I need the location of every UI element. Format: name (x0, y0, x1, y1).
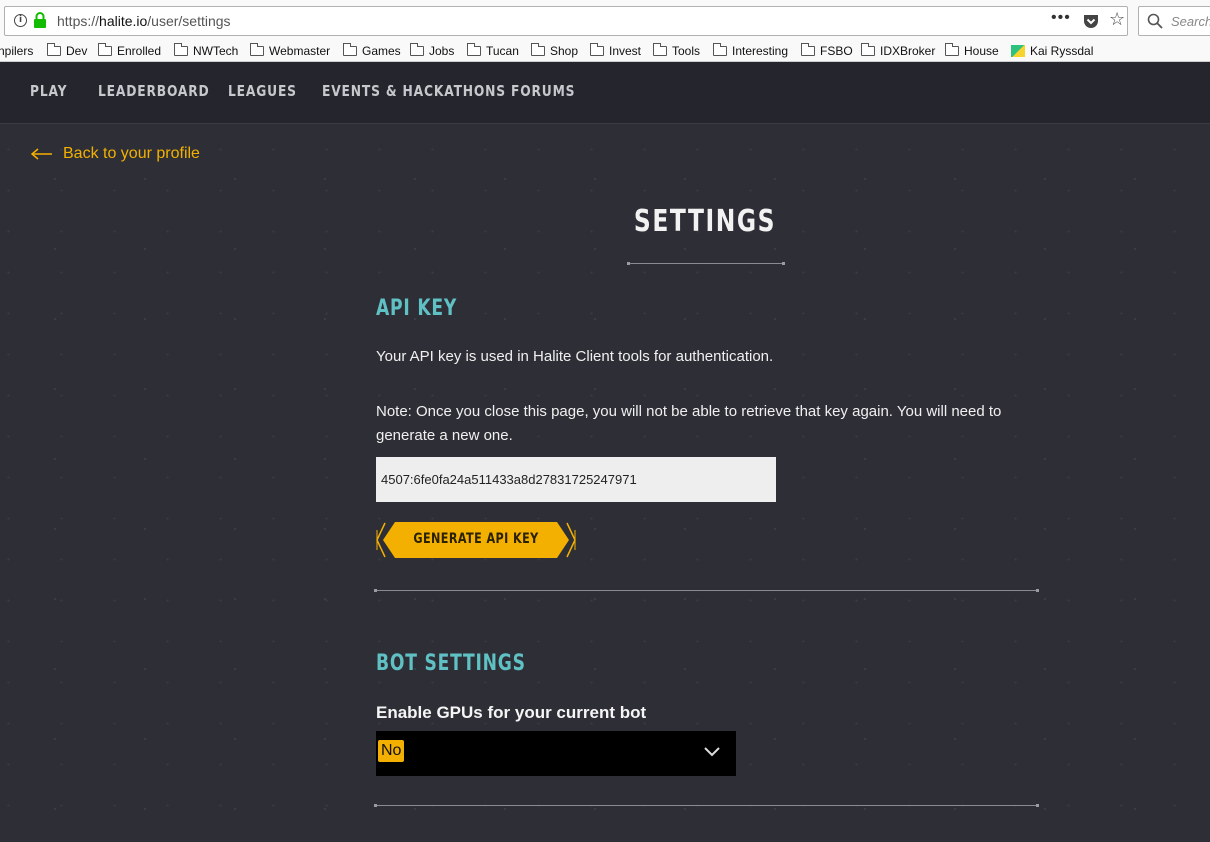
bookmark-item[interactable]: Dev (47, 42, 87, 60)
folder-icon (945, 43, 959, 56)
folder-icon (343, 43, 357, 56)
bookmark-item[interactable]: Games (343, 42, 401, 60)
bookmark-item[interactable]: npilers (0, 42, 33, 60)
bookmark-item[interactable]: Shop (531, 42, 578, 60)
folder-icon (467, 43, 481, 56)
folder-icon (801, 43, 815, 56)
gpu-selected-value: No (378, 740, 405, 762)
generate-api-key-label: GENERATE API KEY (413, 531, 539, 547)
browser-toolbar: i https://halite.io/user/settings ••• ☆ … (0, 0, 1210, 40)
nav-forums[interactable]: FORUMS (511, 82, 575, 100)
section-divider (374, 804, 1039, 807)
bookmark-item[interactable]: Interesting (713, 42, 788, 60)
url-text[interactable]: https://halite.io/user/settings (57, 13, 231, 29)
bookmark-item[interactable]: FSBO (801, 42, 853, 60)
bookmark-star-icon[interactable]: ☆ (1109, 9, 1125, 30)
gpu-select[interactable]: No (376, 731, 736, 776)
generate-api-key-button[interactable]: GENERATE API KEY (375, 520, 577, 560)
bookmark-item[interactable]: Webmaster (250, 42, 330, 60)
section-divider (374, 589, 1039, 592)
bookmark-item[interactable]: Invest (590, 42, 641, 60)
folder-icon (531, 43, 545, 56)
arrow-left-icon (31, 148, 52, 160)
bookmark-item[interactable]: Tucan (467, 42, 519, 60)
bookmark-item[interactable]: Kai Ryssdal (1011, 42, 1093, 60)
folder-icon (174, 43, 188, 56)
folder-icon (250, 43, 264, 56)
info-icon[interactable]: i (14, 14, 27, 27)
bookmark-item[interactable]: IDXBroker (861, 42, 935, 60)
title-divider (627, 262, 785, 265)
bookmark-item[interactable]: Tools (653, 42, 700, 60)
nav-leaderboard[interactable]: LEADERBOARD (98, 82, 210, 100)
folder-icon (713, 43, 727, 56)
api-key-field[interactable] (376, 457, 776, 502)
page-title: SETTINGS (633, 204, 777, 239)
folder-icon (47, 43, 61, 56)
gpu-setting-label: Enable GPUs for your current bot (376, 703, 647, 722)
main-content: Back to your profile SETTINGS API KEY Yo… (0, 124, 1210, 842)
bot-settings-heading: BOT SETTINGS (376, 651, 526, 676)
lock-icon[interactable] (33, 12, 47, 33)
bookmark-item[interactable]: House (945, 42, 999, 60)
folder-icon (410, 43, 424, 56)
chevron-down-icon (704, 747, 720, 757)
bookmark-item[interactable]: NWTech (174, 42, 238, 60)
back-link-label: Back to your profile (63, 145, 200, 162)
bookmarks-bar: npilers Dev Enrolled NWTech Webmaster Ga… (0, 40, 1210, 62)
search-placeholder: Search (1171, 14, 1210, 29)
folder-icon (653, 43, 667, 56)
nav-leagues[interactable]: LEAGUES (228, 82, 297, 100)
bookmark-item[interactable]: Enrolled (98, 42, 161, 60)
search-icon (1147, 13, 1163, 34)
folder-icon (861, 43, 875, 56)
nav-play[interactable]: PLAY (30, 82, 67, 100)
search-input[interactable]: Search (1138, 6, 1210, 36)
pocket-icon[interactable] (1083, 13, 1099, 34)
bookmark-item[interactable]: Jobs (410, 42, 454, 60)
site-nav: PLAY LEADERBOARD LEAGUES EVENTS & HACKAT… (0, 62, 1210, 124)
page-actions-icon[interactable]: ••• (1051, 9, 1071, 27)
back-to-profile-link[interactable]: Back to your profile (31, 145, 200, 163)
folder-icon (98, 43, 112, 56)
nav-events-hackathons[interactable]: EVENTS & HACKATHONS (322, 82, 506, 100)
url-bar[interactable]: i https://halite.io/user/settings ••• ☆ (4, 6, 1128, 36)
api-key-heading: API KEY (376, 296, 458, 321)
site-favicon-icon (1011, 45, 1025, 57)
folder-icon (590, 43, 604, 56)
api-key-note: Note: Once you close this page, you will… (376, 403, 1002, 444)
api-key-description: Your API key is used in Halite Client to… (376, 348, 774, 365)
